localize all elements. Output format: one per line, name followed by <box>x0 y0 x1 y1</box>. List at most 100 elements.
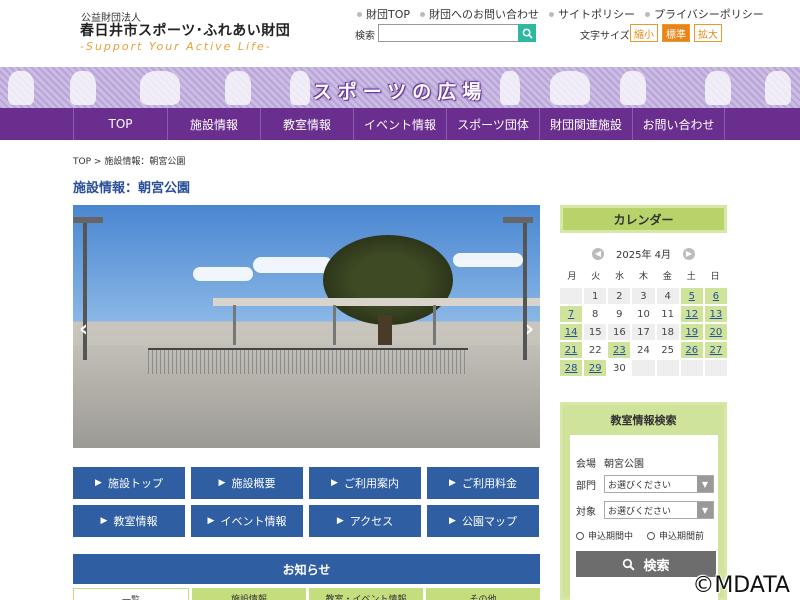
calendar-day[interactable]: 23 <box>608 342 631 358</box>
calendar-next-icon[interactable]: ▶ <box>683 247 695 260</box>
class-search-title: 教室情報検索 <box>610 414 677 427</box>
calendar-widget: カレンダー ◀ 2025年 4月 ▶ 月 火 水 木 金 土 日 1234567… <box>560 205 727 376</box>
calendar-day[interactable]: 19 <box>680 324 703 340</box>
nav-event-info[interactable]: イベント情報 <box>353 108 446 140</box>
org-tagline: -Support Your Active Life- <box>80 40 272 53</box>
chevron-down-icon: ▼ <box>697 476 713 492</box>
search-label: 検索 <box>355 31 375 42</box>
calendar-day[interactable]: 29 <box>584 360 607 376</box>
slider-next-icon[interactable]: › <box>525 317 534 342</box>
chevron-right-icon: ▶ <box>207 516 215 526</box>
park-map-button[interactable]: ▶ 公園マップ <box>427 505 539 537</box>
calendar-day[interactable]: 7 <box>560 306 583 322</box>
search-input[interactable] <box>378 24 520 42</box>
calendar-days: 1 2 3 4 5 6 7 8 9 10 11 12 13 14 15 16 17 18 19 20 21 22 23 24 2… <box>560 288 727 376</box>
class-info-button[interactable]: ▶ 教室情報 <box>73 505 185 537</box>
calendar-day: 24 <box>632 342 655 358</box>
weekday-label: 金 <box>662 272 672 282</box>
nav-related-facilities[interactable]: 財団関連施設 <box>539 108 632 140</box>
breadcrumb-current: 施設情報：朝宮公園 <box>104 157 186 167</box>
radio-application-open-label: 申込期間中 <box>588 532 634 542</box>
search-button[interactable] <box>518 24 536 42</box>
news-tab-class-event[interactable]: 教室・イベント情報 <box>309 588 423 600</box>
weekday-label: 水 <box>615 272 625 282</box>
tennis-net <box>148 348 468 374</box>
news-header: お知らせ <box>73 554 540 584</box>
calendar-day: 11 <box>656 306 679 322</box>
font-size-standard-button[interactable]: 標準 <box>662 24 690 42</box>
nav-class-info[interactable]: 教室情報 <box>260 108 353 140</box>
calendar-day: 9 <box>608 306 631 322</box>
calendar-day: 3 <box>632 288 655 304</box>
calendar-day: 15 <box>584 324 607 340</box>
usage-guide-button[interactable]: ▶ ご利用案内 <box>309 467 421 499</box>
org-name-logo[interactable]: 春日井市スポーツ･ふれあい財団 <box>80 20 290 40</box>
calendar-prev-icon[interactable]: ◀ <box>592 247 604 260</box>
search-icon <box>623 558 636 571</box>
link-foundation-top[interactable]: 財団TOP <box>357 6 410 22</box>
cloud <box>253 257 333 273</box>
calendar-day[interactable]: 20 <box>704 324 727 340</box>
breadcrumb-home-link[interactable]: TOP <box>73 157 91 167</box>
shelter-roof <box>213 298 540 306</box>
radio-application-before-label: 申込期間前 <box>659 532 705 542</box>
calendar-day[interactable]: 27 <box>704 342 727 358</box>
shelter-post <box>333 305 336 345</box>
calendar-day[interactable]: 26 <box>680 342 703 358</box>
usage-fee-button[interactable]: ▶ ご利用料金 <box>427 467 539 499</box>
weekday-label: 土 <box>686 272 696 282</box>
facility-photo-slider[interactable]: ‹ › <box>73 205 540 448</box>
venue-value: 朝宮公園 <box>604 459 644 470</box>
sports-banner: スポーツの広場 <box>0 67 800 108</box>
link-site-policy[interactable]: サイトポリシー <box>549 6 635 22</box>
facility-overview-button[interactable]: ▶ 施設概要 <box>191 467 303 499</box>
calendar-day: 8 <box>584 306 607 322</box>
calendar-day: 18 <box>656 324 679 340</box>
cloud <box>453 253 523 267</box>
calendar-day[interactable]: 14 <box>560 324 583 340</box>
chevron-right-icon: ▶ <box>100 516 108 526</box>
link-privacy-policy[interactable]: プライバシーポリシー <box>645 6 764 22</box>
calendar-month-nav: ◀ 2025年 4月 ▶ <box>560 246 727 261</box>
calendar-day: 2 <box>608 288 631 304</box>
radio-application-open[interactable] <box>576 531 584 540</box>
weekday-label: 火 <box>591 272 601 282</box>
news-tab-all[interactable]: 一覧 <box>73 588 189 600</box>
calendar-day[interactable]: 12 <box>680 306 703 322</box>
nav-contact[interactable]: お問い合わせ <box>632 108 725 140</box>
shelter-post <box>233 305 236 345</box>
calendar-day: 4 <box>656 288 679 304</box>
class-search-widget: 教室情報検索 会場 朝宮公園 部門 お選びください ▼ 対象 お選びください ▼… <box>560 402 727 600</box>
calendar-day[interactable]: 6 <box>704 288 727 304</box>
event-info-button[interactable]: ▶ イベント情報 <box>191 505 303 537</box>
calendar-day-empty <box>704 360 727 376</box>
calendar-month-label: 2025年 4月 <box>616 250 671 261</box>
link-contact-foundation[interactable]: 財団へのお問い合わせ <box>420 6 539 22</box>
slider-prev-icon[interactable]: ‹ <box>79 317 88 342</box>
news-tab-other[interactable]: その他 <box>426 588 540 600</box>
chevron-down-icon: ▼ <box>697 502 713 518</box>
access-button[interactable]: ▶ アクセス <box>309 505 421 537</box>
bullet-icon <box>645 11 651 17</box>
calendar-day[interactable]: 13 <box>704 306 727 322</box>
calendar-day[interactable]: 5 <box>680 288 703 304</box>
facility-button-grid: ▶ 施設トップ ▶ 施設概要 ▶ ご利用案内 ▶ ご利用料金 ▶ 教室情報 ▶ イベント情報… <box>73 467 540 537</box>
radio-application-before[interactable] <box>647 531 656 540</box>
facility-top-button[interactable]: ▶ 施設トップ <box>73 467 185 499</box>
nav-sports-groups[interactable]: スポーツ団体 <box>446 108 539 140</box>
nav-top[interactable]: TOP <box>73 108 167 140</box>
weekday-label: 日 <box>710 272 720 282</box>
calendar-day[interactable]: 21 <box>560 342 583 358</box>
target-select[interactable]: お選びください ▼ <box>604 501 714 519</box>
target-select-value: お選びください <box>608 506 672 517</box>
news-tab-facility[interactable]: 施設情報 <box>192 588 306 600</box>
font-size-large-button[interactable]: 拡大 <box>694 24 722 42</box>
nav-facility-info[interactable]: 施設情報 <box>167 108 260 140</box>
department-select[interactable]: お選びください ▼ <box>604 475 714 493</box>
calendar-day: 10 <box>632 306 655 322</box>
main-navigation: TOP 施設情報 教室情報 イベント情報 スポーツ団体 財団関連施設 お問い合わ… <box>0 108 800 140</box>
shelter-post <box>433 305 436 345</box>
calendar-day-empty <box>680 360 703 376</box>
font-size-small-button[interactable]: 縮小 <box>630 24 658 42</box>
calendar-day[interactable]: 28 <box>560 360 583 376</box>
